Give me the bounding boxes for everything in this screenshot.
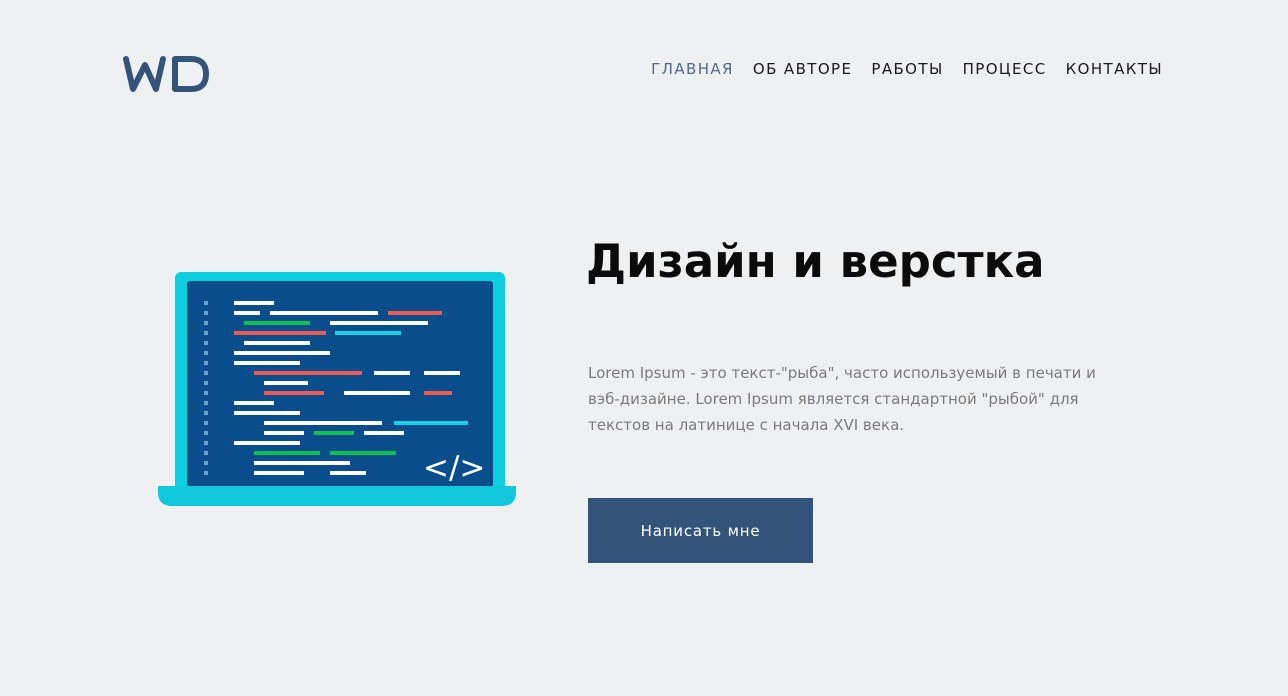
code-line	[234, 361, 300, 365]
hero-description: Lorem Ipsum - это текст-"рыба", часто ис…	[588, 364, 1096, 434]
line-number-dot	[204, 361, 208, 365]
line-number-dot	[204, 341, 208, 345]
code-line	[234, 411, 300, 415]
code-symbol: </>	[423, 450, 485, 486]
code-line	[424, 391, 452, 395]
line-number-dot	[204, 311, 208, 315]
line-number-dot	[204, 321, 208, 325]
code-line	[254, 461, 350, 465]
line-number-dot	[204, 421, 208, 425]
code-line	[270, 311, 378, 315]
code-line	[254, 471, 304, 475]
code-line	[314, 431, 354, 435]
line-number-dot	[204, 391, 208, 395]
line-number-dot	[204, 411, 208, 415]
code-line	[344, 391, 410, 395]
nav-item-home[interactable]: ГЛАВНАЯ	[651, 59, 734, 79]
line-number-dot	[204, 401, 208, 405]
code-line	[234, 311, 260, 315]
nav-item-contacts[interactable]: КОНТАКТЫ	[1066, 59, 1163, 79]
code-line	[234, 401, 274, 405]
nav-item-process[interactable]: ПРОЦЕСС	[963, 59, 1047, 79]
write-me-button[interactable]: Написать мне	[588, 498, 813, 563]
page-title: Дизайн и верстка	[586, 235, 1045, 288]
line-number-dot	[204, 461, 208, 465]
line-number-dot	[204, 331, 208, 335]
line-number-dot	[204, 451, 208, 455]
code-line	[424, 371, 460, 375]
line-number-dot	[204, 431, 208, 435]
code-line	[264, 391, 324, 395]
code-line	[330, 471, 366, 475]
line-number-dot	[204, 441, 208, 445]
code-line	[330, 451, 396, 455]
code-line	[234, 331, 326, 335]
code-line	[374, 371, 410, 375]
laptop-icon: </>	[158, 272, 516, 506]
code-line	[388, 311, 442, 315]
logo[interactable]	[123, 55, 211, 95]
wd-logo-icon	[123, 56, 209, 92]
code-line	[264, 381, 308, 385]
code-line	[254, 371, 362, 375]
line-number-dot	[204, 351, 208, 355]
line-number-dot	[204, 381, 208, 385]
site-header: ГЛАВНАЯ ОБ АВТОРЕ РАБОТЫ ПРОЦЕСС КОНТАКТ…	[0, 0, 1288, 140]
line-number-dot	[204, 301, 208, 305]
code-line	[264, 421, 382, 425]
code-line	[234, 441, 300, 445]
nav-item-about[interactable]: ОБ АВТОРЕ	[753, 59, 853, 79]
code-line	[335, 331, 401, 335]
code-line	[264, 431, 304, 435]
line-number-dot	[204, 471, 208, 475]
line-number-dot	[204, 371, 208, 375]
code-line	[364, 431, 404, 435]
main-nav: ГЛАВНАЯ ОБ АВТОРЕ РАБОТЫ ПРОЦЕСС КОНТАКТ…	[651, 59, 1163, 79]
code-line	[234, 301, 274, 305]
code-line	[254, 451, 320, 455]
code-line	[244, 321, 310, 325]
nav-item-works[interactable]: РАБОТЫ	[871, 59, 943, 79]
code-line	[244, 341, 310, 345]
code-line	[330, 321, 428, 325]
code-line	[234, 351, 330, 355]
laptop-code-illustration: </>	[158, 272, 518, 508]
code-line	[394, 421, 468, 425]
